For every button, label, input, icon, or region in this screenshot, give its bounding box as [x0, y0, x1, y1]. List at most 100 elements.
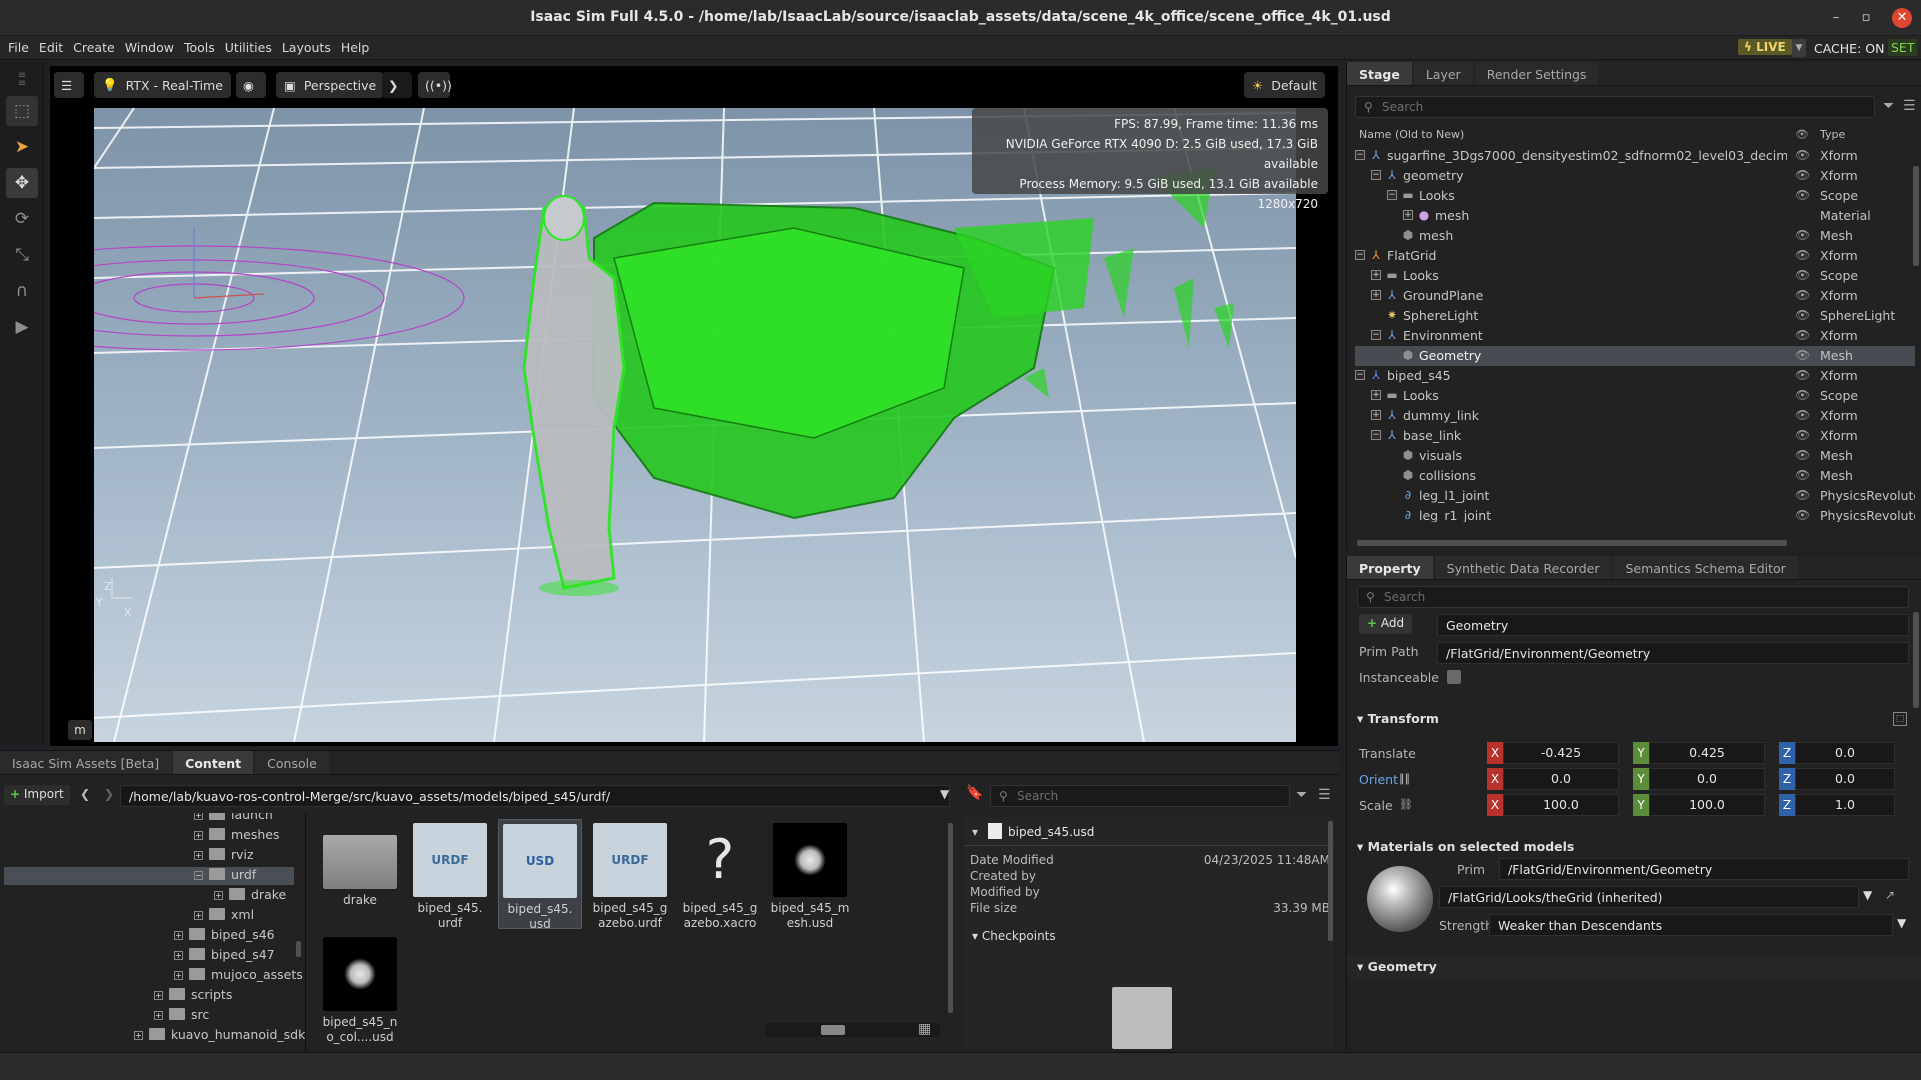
expand-icon[interactable]: + [194, 831, 203, 840]
stage-tree-row[interactable]: + ⅄ dummy_link 👁 Xform [1355, 406, 1915, 426]
menu-file[interactable]: File [8, 40, 29, 55]
visibility-header-eye-icon[interactable]: 👁 [1795, 128, 1809, 141]
stage-tree-row[interactable]: ∂ leg_r1_joint 👁 PhysicsRevolute [1355, 506, 1915, 522]
collapse-icon[interactable]: − [1355, 250, 1365, 260]
stage-tree-row[interactable]: ⬢ visuals 👁 Mesh [1355, 446, 1915, 466]
tab-property[interactable]: Property [1347, 556, 1433, 579]
move-tool-icon[interactable]: ✥ [6, 168, 38, 198]
material-prim-field[interactable]: /FlatGrid/Environment/Geometry [1499, 858, 1909, 880]
visibility-eye-icon[interactable]: 👁 [1795, 368, 1810, 382]
expand-icon[interactable]: + [154, 991, 163, 1000]
collapse-icon[interactable]: − [194, 871, 203, 880]
expand-icon[interactable]: + [1371, 410, 1381, 420]
expand-icon[interactable]: + [1403, 210, 1413, 220]
renderer-button[interactable]: 💡 RTX - Real-Time [94, 72, 231, 98]
stage-tree-row[interactable]: ∂ leg_l1_joint 👁 PhysicsRevolute [1355, 486, 1915, 506]
chevron-down-icon[interactable]: ▼ [1863, 888, 1872, 902]
bookmark-icon[interactable]: 🔖 [966, 785, 983, 801]
minimize-button[interactable]: – [1826, 8, 1846, 28]
expand-icon[interactable]: + [194, 851, 203, 860]
menu-help[interactable]: Help [341, 40, 370, 55]
stage-tree-row[interactable]: − ⅄ sugarfine_3Dgs7000_densityestim02_sdfn… [1355, 146, 1915, 166]
visibility-eye-icon[interactable]: 👁 [1795, 388, 1810, 402]
visibility-eye-icon[interactable]: 👁 [1795, 228, 1810, 242]
visibility-eye-icon[interactable]: 👁 [1795, 308, 1810, 322]
geometry-section-header[interactable]: ▾ Geometry [1347, 956, 1921, 978]
translate-z-field[interactable]: 0.0 [1795, 742, 1895, 764]
visibility-eye-icon[interactable]: 👁 [1795, 408, 1810, 422]
scale-x-field[interactable]: 100.0 [1503, 794, 1619, 816]
stage-tree-row[interactable]: + ● mesh Material [1355, 206, 1915, 226]
file-tile[interactable]: USD biped_s45. usd [498, 819, 582, 931]
stage-tree-row[interactable]: + ⅄ GroundPlane 👁 Xform [1355, 286, 1915, 306]
tab-console[interactable]: Console [255, 751, 329, 774]
visibility-eye-icon[interactable]: 👁 [1795, 428, 1810, 442]
path-field[interactable]: /home/lab/kuavo-ros-control-Merge/src/ku… [120, 785, 950, 807]
menu-utilities[interactable]: Utilities [225, 40, 272, 55]
tab-semantics-schema-editor[interactable]: Semantics Schema Editor [1613, 556, 1798, 579]
file-tile[interactable]: biped_s45_m esh.usd [768, 819, 852, 930]
folder-tree-item[interactable]: + biped_s46 [4, 927, 294, 945]
transform-section-header[interactable]: ▾ Transform [1347, 708, 1921, 730]
stage-tree-row[interactable]: − ⅄ biped_s45 👁 Xform [1355, 366, 1915, 386]
close-button[interactable]: ✕ [1892, 8, 1912, 28]
visibility-eye-icon[interactable]: 👁 [1795, 468, 1810, 482]
folder-tree-item[interactable]: + biped_s47 [4, 947, 294, 965]
file-grid-v-scrollbar[interactable] [948, 823, 953, 1013]
tab-synthetic-data-recorder[interactable]: Synthetic Data Recorder [1434, 556, 1612, 579]
folder-tree-item[interactable]: + launch [4, 813, 294, 825]
zoom-slider-handle[interactable] [821, 1025, 845, 1035]
options-menu-icon[interactable]: ☰ [1318, 787, 1331, 803]
orient-y-field[interactable]: 0.0 [1649, 768, 1765, 790]
live-dropdown-button[interactable]: ▼ [1792, 39, 1806, 57]
menu-tools[interactable]: Tools [184, 40, 215, 55]
collapse-icon[interactable]: − [1371, 170, 1381, 180]
scale-tool-icon[interactable]: ⤡ [6, 240, 38, 270]
filter-icon[interactable]: ⏷ [1883, 98, 1894, 114]
folder-tree-item[interactable]: + src [4, 1007, 294, 1025]
camera-button[interactable]: ▣ Perspective [276, 72, 385, 98]
stage-tree-row[interactable]: ✷ SphereLight 👁 SphereLight [1355, 306, 1915, 326]
expand-icon[interactable]: + [174, 951, 183, 960]
visibility-eye-icon[interactable]: 👁 [1795, 168, 1810, 182]
expand-icon[interactable]: + [194, 813, 203, 820]
chevron-down-icon[interactable]: ▼ [1897, 916, 1906, 930]
viewport-settings-icon[interactable]: ☰ [54, 72, 84, 98]
stage-tree-row[interactable]: + ▬ Looks 👁 Scope [1355, 266, 1915, 286]
scale-y-field[interactable]: 100.0 [1649, 794, 1765, 816]
collapse-icon[interactable]: − [1387, 190, 1397, 200]
expand-chevron-icon[interactable]: ❯ [382, 72, 412, 98]
strength-dropdown[interactable]: Weaker than Descendants [1489, 914, 1893, 936]
add-button[interactable]: + Add [1359, 614, 1413, 634]
orient-z-field[interactable]: 0.0 [1795, 768, 1895, 790]
live-button[interactable]: ϟ LIVE [1738, 39, 1792, 55]
file-tile[interactable]: biped_s45_n o_col....usd [318, 933, 402, 1044]
play-icon[interactable]: ▶ [6, 312, 38, 342]
collapse-icon[interactable]: − [1355, 150, 1365, 160]
broadcast-icon[interactable]: ((•)) [418, 72, 452, 98]
select-arrow-icon[interactable]: ➤ [6, 132, 38, 162]
materials-section-header[interactable]: ▾ Materials on selected models [1347, 836, 1921, 858]
back-arrow-icon[interactable]: ❮ [80, 787, 90, 801]
visibility-eye-icon[interactable]: 👁 [1795, 248, 1810, 262]
forward-arrow-icon[interactable]: ❯ [104, 787, 114, 801]
visibility-eye-icon[interactable]: ◉ [236, 72, 266, 98]
stage-tree-row[interactable]: − ⅄ FlatGrid 👁 Xform [1355, 246, 1915, 266]
orient-x-field[interactable]: 0.0 [1503, 768, 1619, 790]
import-button[interactable]: + Import [4, 785, 70, 805]
chevron-down-icon[interactable]: ▼ [940, 787, 949, 801]
visibility-eye-icon[interactable]: 👁 [1795, 148, 1810, 162]
maximize-button[interactable]: ▫ [1856, 8, 1876, 28]
visibility-eye-icon[interactable]: 👁 [1795, 188, 1810, 202]
folder-tree-item[interactable]: + kuavo_humanoid_sdk [4, 1027, 305, 1045]
snap-magnet-icon[interactable]: ∩ [6, 276, 38, 306]
viewport[interactable]: ☰ 💡 RTX - Real-Time ◉ ▣ Perspective ❯ ((•)… [50, 66, 1338, 746]
prim-path-field[interactable]: /FlatGrid/Environment/Geometry [1437, 642, 1909, 664]
details-v-scrollbar[interactable] [1328, 821, 1333, 941]
link-scale-icon[interactable]: ⛓ [1399, 798, 1413, 811]
material-binding-dropdown[interactable]: /FlatGrid/Looks/theGrid (inherited) [1439, 886, 1859, 908]
stage-h-scrollbar[interactable] [1357, 540, 1787, 546]
rotation-order-icon[interactable]: ∥∥ [1399, 772, 1410, 785]
visibility-eye-icon[interactable]: 👁 [1795, 508, 1810, 522]
file-tile[interactable]: drake [318, 819, 402, 929]
